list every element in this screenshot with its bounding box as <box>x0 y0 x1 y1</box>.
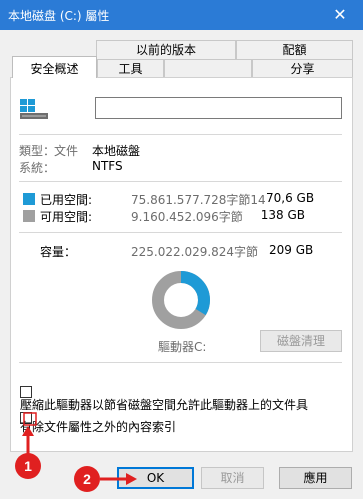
tab-sharing[interactable]: 分享 <box>252 59 353 78</box>
drive-icon <box>20 99 48 119</box>
step-1-badge: 1 <box>15 453 41 479</box>
tab-quota[interactable]: 配額 <box>236 40 353 59</box>
window-title: 本地磁盘 (C:) 屬性 <box>8 9 110 23</box>
used-swatch <box>23 193 35 205</box>
free-swatch <box>23 210 35 222</box>
capacity-gb: 209 GB <box>269 243 314 257</box>
tab-tools[interactable]: 工具 <box>97 59 164 78</box>
close-icon[interactable]: ✕ <box>317 0 363 30</box>
divider <box>19 181 342 182</box>
compress-label: 壓縮此驅動器以節省磁盤空間允許此驅動器上的文件具 <box>20 398 309 412</box>
tab-hardware[interactable] <box>164 59 252 78</box>
drive-label: 驅動器C: <box>158 340 207 354</box>
step-2-badge: 2 <box>74 466 100 492</box>
index-label: 有除文件屬性之外的內容索引 <box>20 420 177 434</box>
title-bar: 本地磁盘 (C:) 屬性 ✕ <box>0 0 363 30</box>
divider <box>19 232 342 233</box>
divider <box>19 362 342 363</box>
filesystem-value: NTFS <box>92 159 123 173</box>
tab-general[interactable]: 安全概述 <box>12 56 97 78</box>
volume-name-input[interactable] <box>95 97 342 119</box>
used-gb: 70,6 GB <box>266 191 315 205</box>
tab-previous-versions[interactable]: 以前的版本 <box>96 40 236 59</box>
filesystem-label: 系統： <box>19 161 56 175</box>
disk-cleanup-button[interactable]: 磁盤清理 <box>260 330 342 352</box>
cancel-button[interactable]: 取消 <box>201 467 264 489</box>
free-gb: 138 GB <box>260 208 305 222</box>
free-bytes: 9.160.452.096字節 <box>131 210 243 224</box>
used-space-label: 已用空間: <box>40 193 93 207</box>
capacity-bytes: 225.022.029.824字節 <box>131 245 259 259</box>
divider <box>19 134 342 135</box>
ok-button[interactable]: OK <box>117 467 194 489</box>
free-space-label: 可用空間: <box>40 210 93 224</box>
used-bytes: 75.861.577.728字節14 <box>131 193 266 207</box>
type-value: 本地磁盤 <box>92 144 141 158</box>
type-word: 文件 <box>54 144 79 158</box>
type-label: 類型： <box>19 144 56 158</box>
capacity-label: 容量： <box>40 245 77 259</box>
apply-button[interactable]: 應用 <box>279 467 352 489</box>
usage-donut-chart <box>152 271 210 329</box>
